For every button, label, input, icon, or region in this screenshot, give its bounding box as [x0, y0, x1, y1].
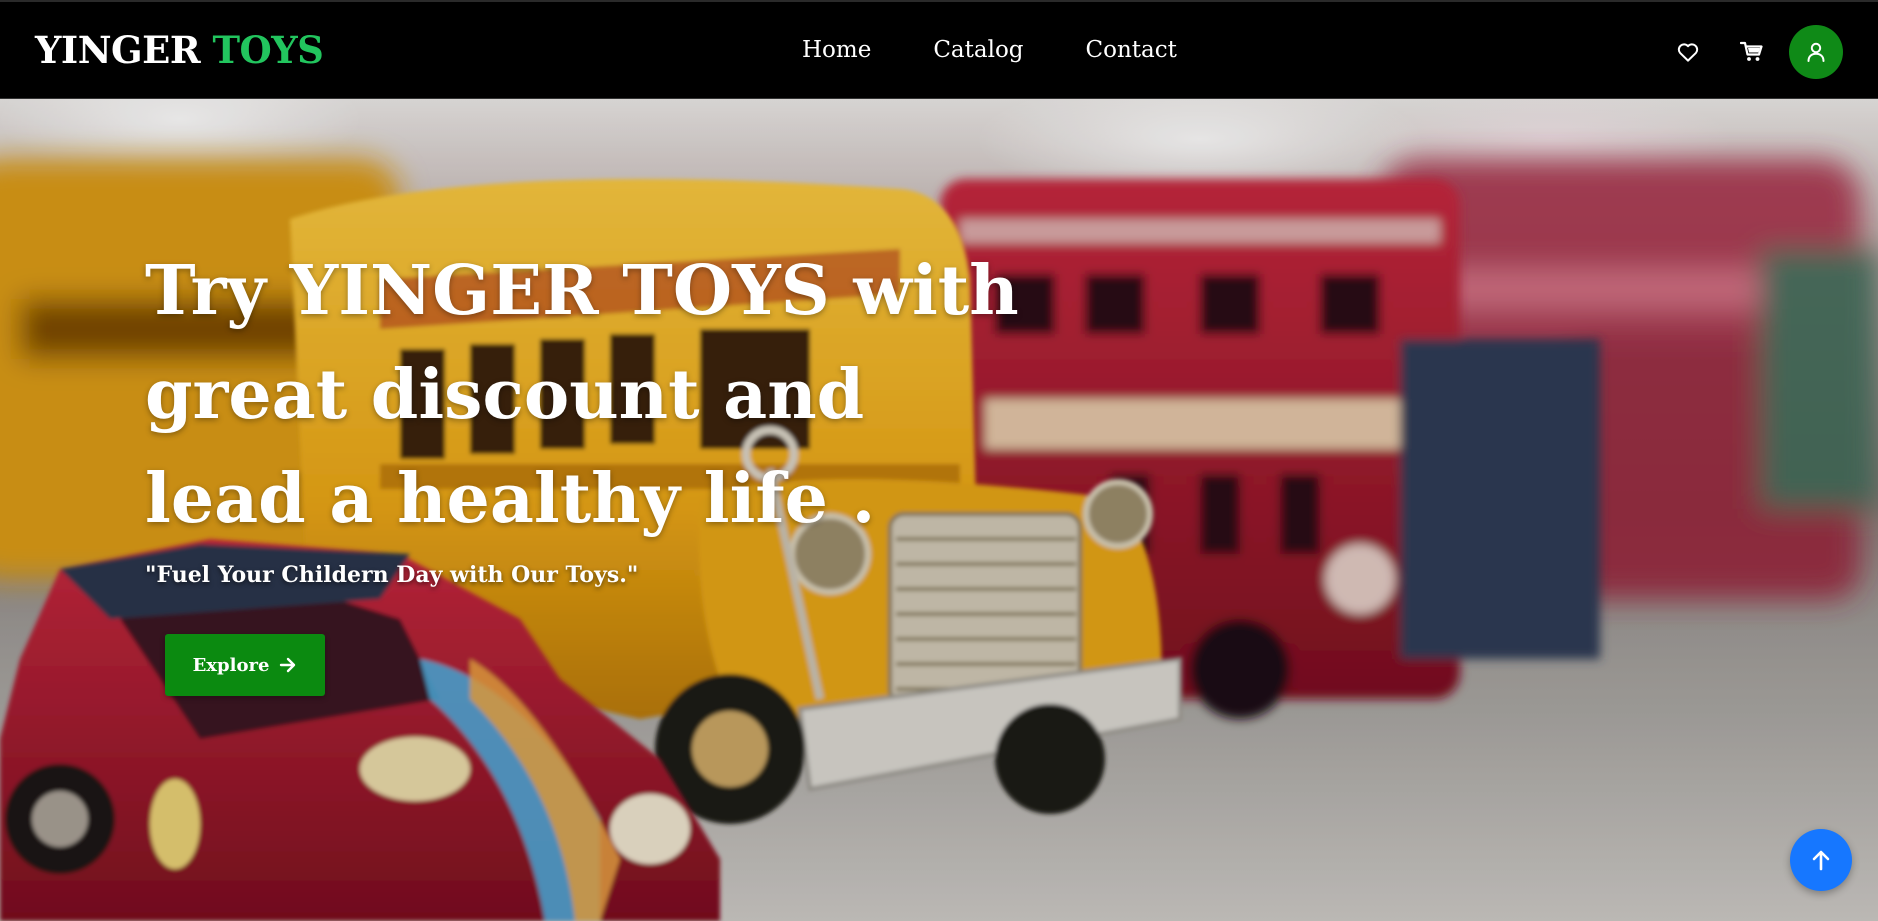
scroll-to-top-button[interactable]	[1790, 829, 1852, 891]
main-nav: Home Catalog Contact	[802, 37, 1177, 63]
explore-button-label: Explore	[192, 654, 270, 676]
cart-button[interactable]	[1740, 41, 1764, 63]
user-icon	[1807, 42, 1825, 62]
brand-name-part2: TOYS	[212, 28, 324, 72]
brand-name-part1: YINGER	[35, 28, 201, 72]
explore-button[interactable]: Explore	[165, 634, 325, 696]
hero-subtitle: "Fuel Your Childern Day with Our Toys."	[145, 562, 639, 588]
cart-icon	[1740, 41, 1763, 61]
nav-link-catalog[interactable]: Catalog	[933, 37, 1023, 63]
wishlist-button[interactable]	[1677, 42, 1699, 62]
user-account-button[interactable]	[1789, 24, 1843, 79]
brand-logo[interactable]: YINGER TOYS	[35, 28, 324, 72]
navbar: YINGER TOYS Home Catalog Contact	[0, 0, 1878, 99]
nav-link-home[interactable]: Home	[802, 37, 871, 63]
nav-link-contact[interactable]: Contact	[1086, 37, 1177, 63]
hero-title: Try YINGER TOYS with great discount and …	[145, 251, 1019, 539]
heart-icon	[1677, 42, 1699, 62]
arrow-up-icon	[1812, 850, 1830, 871]
arrow-right-icon	[280, 657, 296, 673]
hero-section: Try YINGER TOYS with great discount and …	[0, 99, 1878, 921]
